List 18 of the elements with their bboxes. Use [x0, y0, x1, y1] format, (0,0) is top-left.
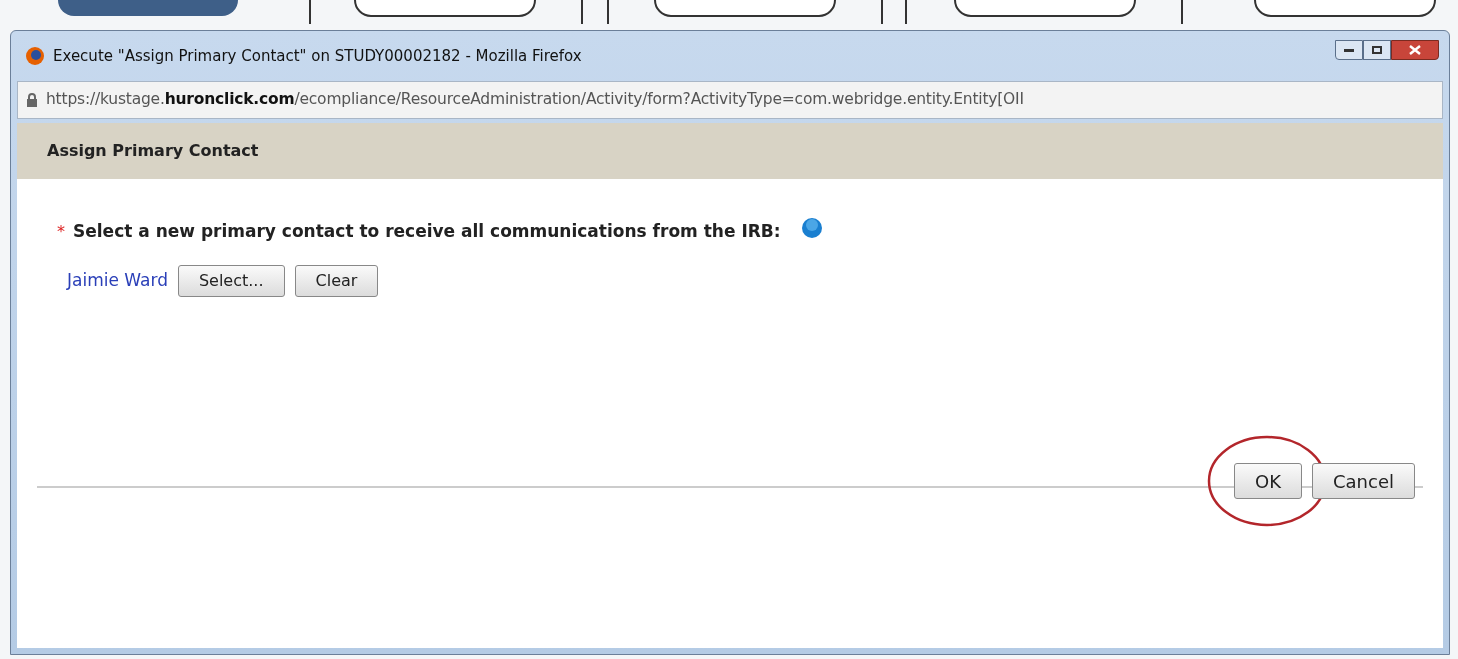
- required-mark: *: [57, 220, 65, 243]
- maximize-button[interactable]: [1363, 40, 1391, 60]
- select-button[interactable]: Select...: [177, 264, 285, 297]
- question-label: Select a new primary contact to receive all communications from the IRB:: [73, 220, 781, 243]
- clear-button[interactable]: Clear: [294, 264, 379, 297]
- contact-link[interactable]: Jaimie Ward: [67, 267, 168, 294]
- window-title: Execute "Assign Primary Contact" on STUDY00002182 - Mozilla Firefox: [53, 45, 582, 67]
- address-bar[interactable]: https://kustage.huronclick.com/ecompliance/ResourceAdministration/Activity/form?ActivityType=com.webridge.entity.Entity[OII: [17, 81, 1443, 119]
- close-icon: [1409, 45, 1421, 55]
- help-icon[interactable]: [800, 216, 823, 239]
- ok-button[interactable]: OK: [1234, 463, 1302, 499]
- close-button[interactable]: [1391, 40, 1439, 60]
- cancel-button[interactable]: Cancel: [1312, 463, 1415, 499]
- firefox-icon: [25, 46, 45, 66]
- url-text: https://kustage.huronclick.com/ecompliance/ResourceAdministration/Activity/form?ActivityType=com.webridge.entity.Entity[OII: [46, 89, 1024, 111]
- lock-icon: [26, 93, 38, 107]
- form-title: Assign Primary Contact: [47, 140, 259, 162]
- minimize-button[interactable]: [1335, 40, 1363, 60]
